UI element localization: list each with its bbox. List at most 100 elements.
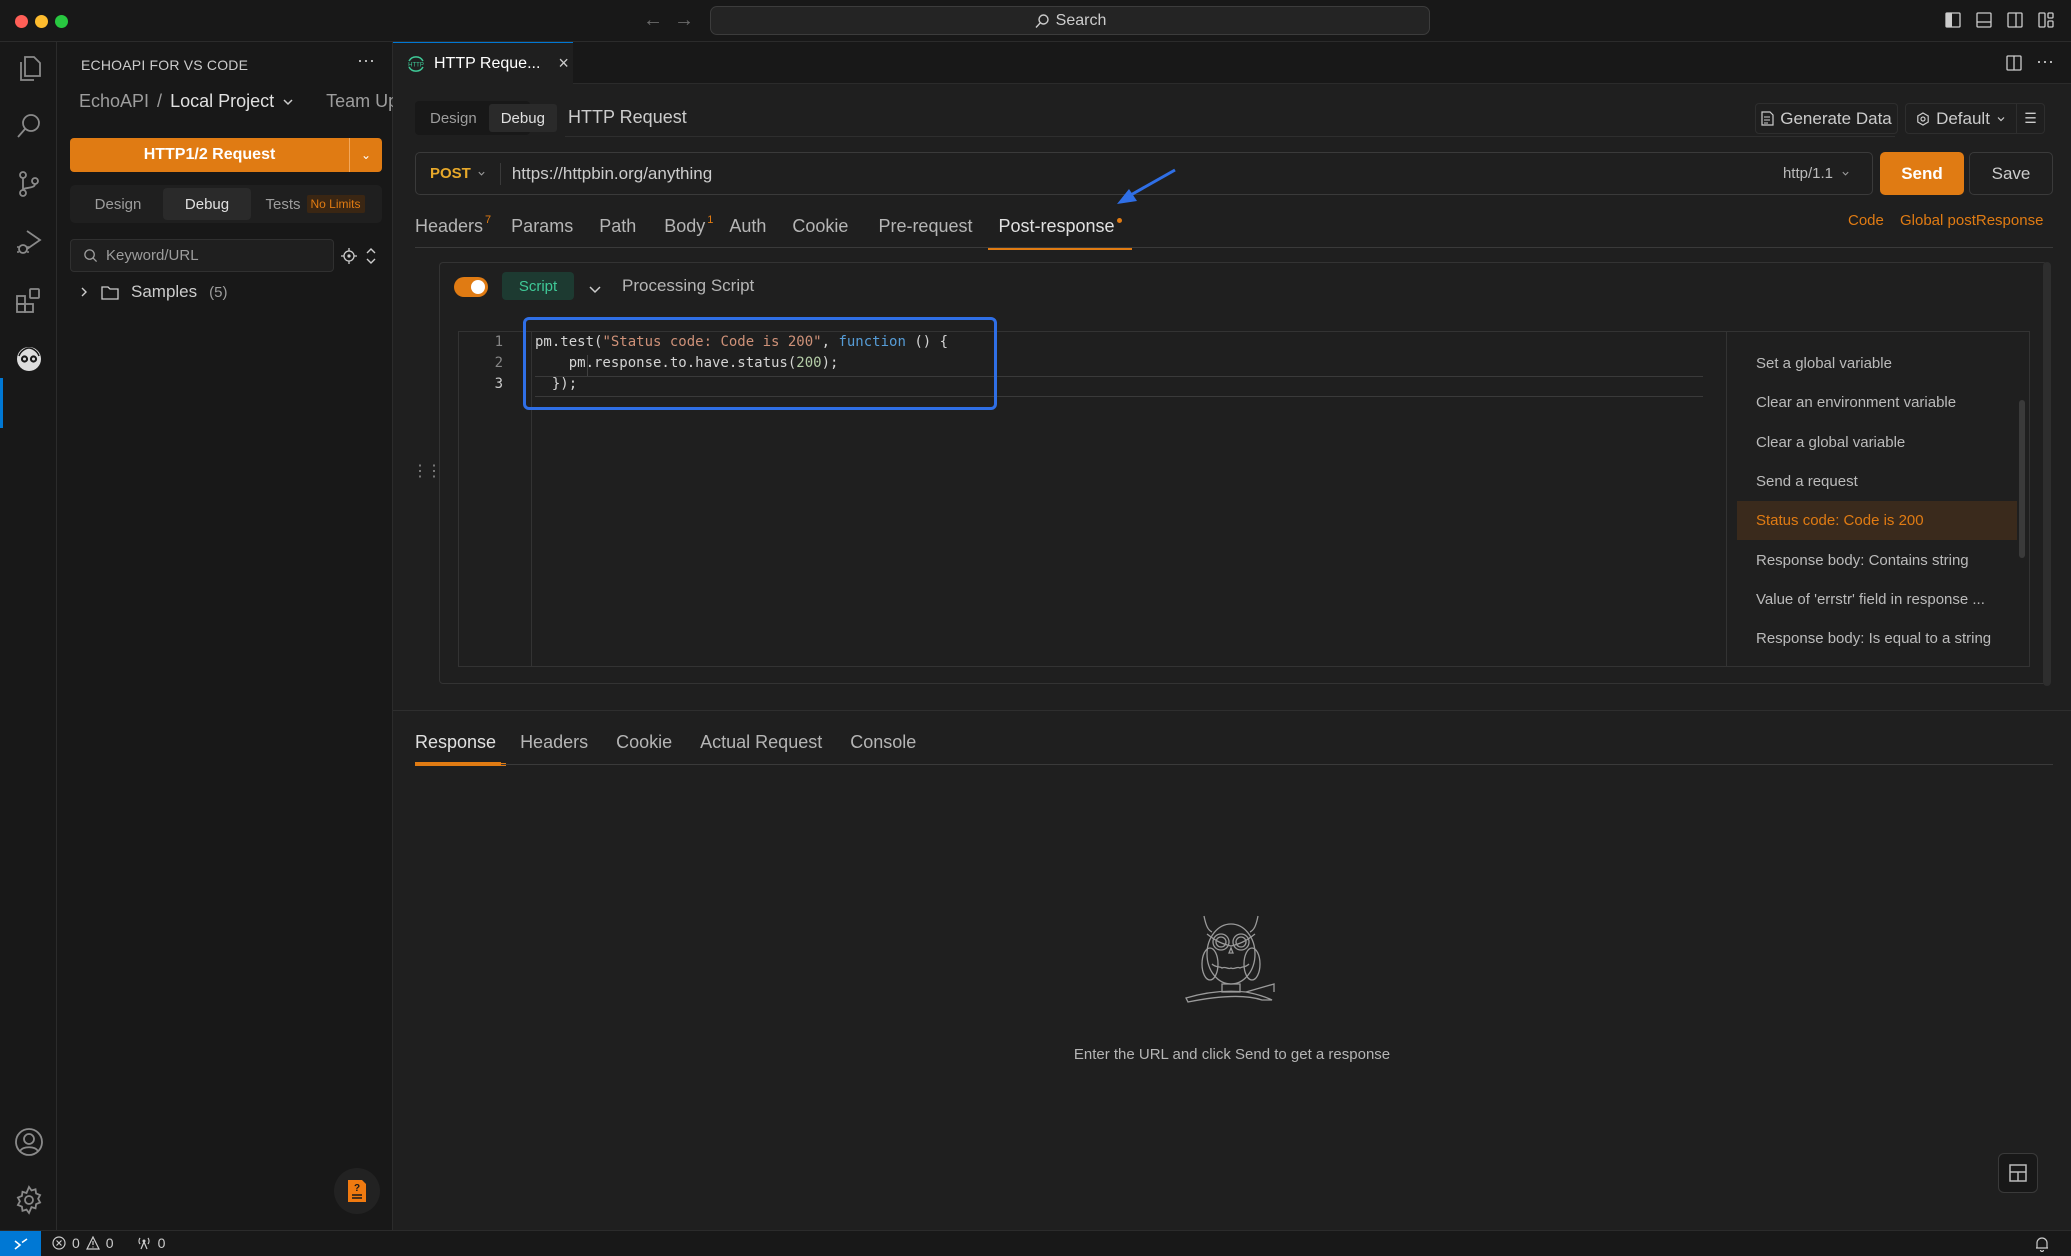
divider	[415, 247, 2053, 248]
vertical-scrollbar[interactable]	[2043, 262, 2051, 686]
generate-data-label: Generate Data	[1780, 108, 1892, 128]
tab-post-response[interactable]: Post-response	[988, 204, 1132, 250]
editor-tab-http-request[interactable]: HTTP HTTP Reque... ×	[393, 42, 573, 84]
line-number: 1	[494, 334, 503, 350]
tab-console[interactable]: Console	[836, 720, 930, 764]
environment-select[interactable]: Default ☰	[1905, 103, 2045, 134]
tab-path[interactable]: Path	[583, 204, 652, 248]
method-select[interactable]: POST	[416, 162, 501, 185]
chevron-down-icon[interactable]	[588, 282, 602, 296]
split-editor-icon[interactable]	[2005, 54, 2023, 72]
code-editor[interactable]: 123 pm.test("Status code: Code is 200", …	[458, 317, 2030, 667]
echoapi-owl-icon[interactable]	[13, 342, 45, 374]
mode-tab-debug[interactable]: Debug	[488, 104, 557, 132]
drag-handle-icon[interactable]: ⋮⋮	[412, 461, 442, 481]
remote-indicator[interactable]	[0, 1231, 41, 1256]
gear-icon[interactable]	[13, 1184, 45, 1216]
toggle-panel-icon[interactable]	[1975, 11, 1993, 29]
expand-collapse-icon[interactable]	[365, 247, 377, 265]
menu-icon[interactable]: ☰	[2016, 104, 2044, 133]
code-link[interactable]: Code	[1848, 212, 1884, 229]
divider	[415, 764, 2053, 765]
generate-data-button[interactable]: Generate Data	[1755, 103, 1898, 134]
keyword-search-field[interactable]	[70, 239, 334, 272]
bell-icon[interactable]	[2035, 1236, 2049, 1252]
tab-actual-request[interactable]: Actual Request	[686, 720, 836, 764]
tab-params[interactable]: Params	[501, 204, 583, 248]
request-mode-tabs: Design Debug	[415, 101, 557, 135]
ports-count: 0	[157, 1235, 166, 1251]
tab-headers[interactable]: Headers 7	[415, 204, 501, 248]
snippet-item[interactable]: Response body: Is equal to a string	[1737, 619, 2017, 658]
keyword-search-input[interactable]	[106, 247, 306, 264]
more-actions-icon[interactable]: ···	[357, 50, 375, 71]
svg-text:?: ?	[354, 1183, 360, 1194]
arrow-left-icon[interactable]: ←	[643, 9, 663, 32]
chevron-down-icon[interactable]: ⌄	[349, 138, 382, 172]
run-debug-icon[interactable]	[13, 226, 45, 258]
environment-dropdown[interactable]: Default	[1906, 109, 2016, 129]
sidebar-tab-tests[interactable]: Tests No Limits	[251, 188, 379, 220]
sidebar-tab-design[interactable]: Design	[73, 188, 163, 220]
chevron-down-icon	[1997, 116, 2005, 121]
breadcrumb-root[interactable]: EchoAPI	[79, 91, 149, 112]
close-window-button[interactable]	[15, 15, 28, 28]
help-button[interactable]: ?	[334, 1168, 380, 1214]
chevron-down-icon[interactable]	[282, 96, 294, 108]
save-button[interactable]: Save	[1969, 152, 2053, 195]
tab-cookie[interactable]: Cookie	[778, 204, 862, 248]
warning-count: 0	[105, 1235, 114, 1251]
snippet-item[interactable]: Value of 'errstr' field in response ...	[1737, 580, 2017, 619]
empty-state-message: Enter the URL and click Send to get a re…	[1073, 1046, 1391, 1063]
snippet-scrollbar[interactable]	[2019, 400, 2025, 558]
tab-label: Pre-request	[878, 215, 973, 236]
script-enabled-toggle[interactable]	[454, 277, 488, 297]
close-icon[interactable]: ×	[558, 53, 569, 74]
team-up-link[interactable]: Team Up	[326, 91, 398, 112]
request-name[interactable]: HTTP Request	[568, 107, 687, 128]
global-post-response-link[interactable]: Global postResponse	[1900, 212, 2043, 229]
tab-auth[interactable]: Auth	[723, 204, 778, 248]
arrow-right-icon[interactable]: →	[674, 9, 694, 32]
send-button[interactable]: Send	[1880, 152, 1964, 195]
more-actions-icon[interactable]: ···	[2036, 51, 2054, 72]
chevron-right-icon[interactable]	[79, 286, 89, 298]
sidebar-tab-debug[interactable]: Debug	[163, 188, 251, 220]
new-request-label[interactable]: HTTP1/2 Request	[70, 138, 349, 172]
tree-item-samples[interactable]: Samples (5)	[79, 282, 227, 302]
source-control-icon[interactable]	[13, 168, 45, 200]
new-request-button[interactable]: HTTP1/2 Request ⌄	[70, 138, 382, 172]
snippet-item[interactable]: Send a request	[1737, 462, 2017, 501]
tab-response[interactable]: Response	[415, 720, 507, 766]
customize-layout-icon[interactable]	[2037, 11, 2055, 29]
extensions-icon[interactable]	[13, 284, 45, 316]
files-icon[interactable]	[13, 52, 45, 84]
snippet-item[interactable]: Clear a global variable	[1737, 423, 2017, 462]
panel-layout-button[interactable]	[1998, 1153, 2038, 1193]
toggle-primary-sidebar-icon[interactable]	[1944, 11, 1962, 29]
search-icon[interactable]	[13, 110, 45, 142]
problems-status[interactable]: 0 0 0	[52, 1235, 165, 1251]
tab-pre-request[interactable]: Pre-request	[862, 204, 988, 248]
command-center-search[interactable]: Search	[710, 6, 1430, 35]
mode-tab-design[interactable]: Design	[418, 104, 489, 132]
help-document-icon: ?	[348, 1180, 366, 1202]
snippet-item[interactable]: Response body: Contains string	[1737, 541, 2017, 580]
search-icon	[84, 249, 98, 263]
script-type-badge[interactable]: Script	[502, 272, 574, 300]
toggle-secondary-sidebar-icon[interactable]	[2006, 11, 2024, 29]
minimize-window-button[interactable]	[35, 15, 48, 28]
account-icon[interactable]	[13, 1126, 45, 1158]
snippet-item[interactable]: Status code: Code is 200	[1737, 501, 2017, 541]
snippet-item[interactable]: Set a global variable	[1737, 344, 2017, 383]
snippet-item[interactable]: Clear an environment variable	[1737, 383, 2017, 422]
locate-icon[interactable]	[341, 248, 357, 264]
script-card: ⋮⋮ Script Processing Script 123 pm.test(…	[412, 262, 2047, 684]
tab-response-headers[interactable]: Headers	[506, 720, 602, 764]
project-selector[interactable]: Local Project	[170, 91, 274, 112]
protocol-select[interactable]: http/1.1	[1783, 165, 1872, 182]
tab-body[interactable]: Body 1	[652, 204, 723, 248]
response-tabs: Response Headers Cookie Actual Request C…	[415, 720, 930, 766]
tab-response-cookie[interactable]: Cookie	[602, 720, 686, 764]
maximize-window-button[interactable]	[55, 15, 68, 28]
